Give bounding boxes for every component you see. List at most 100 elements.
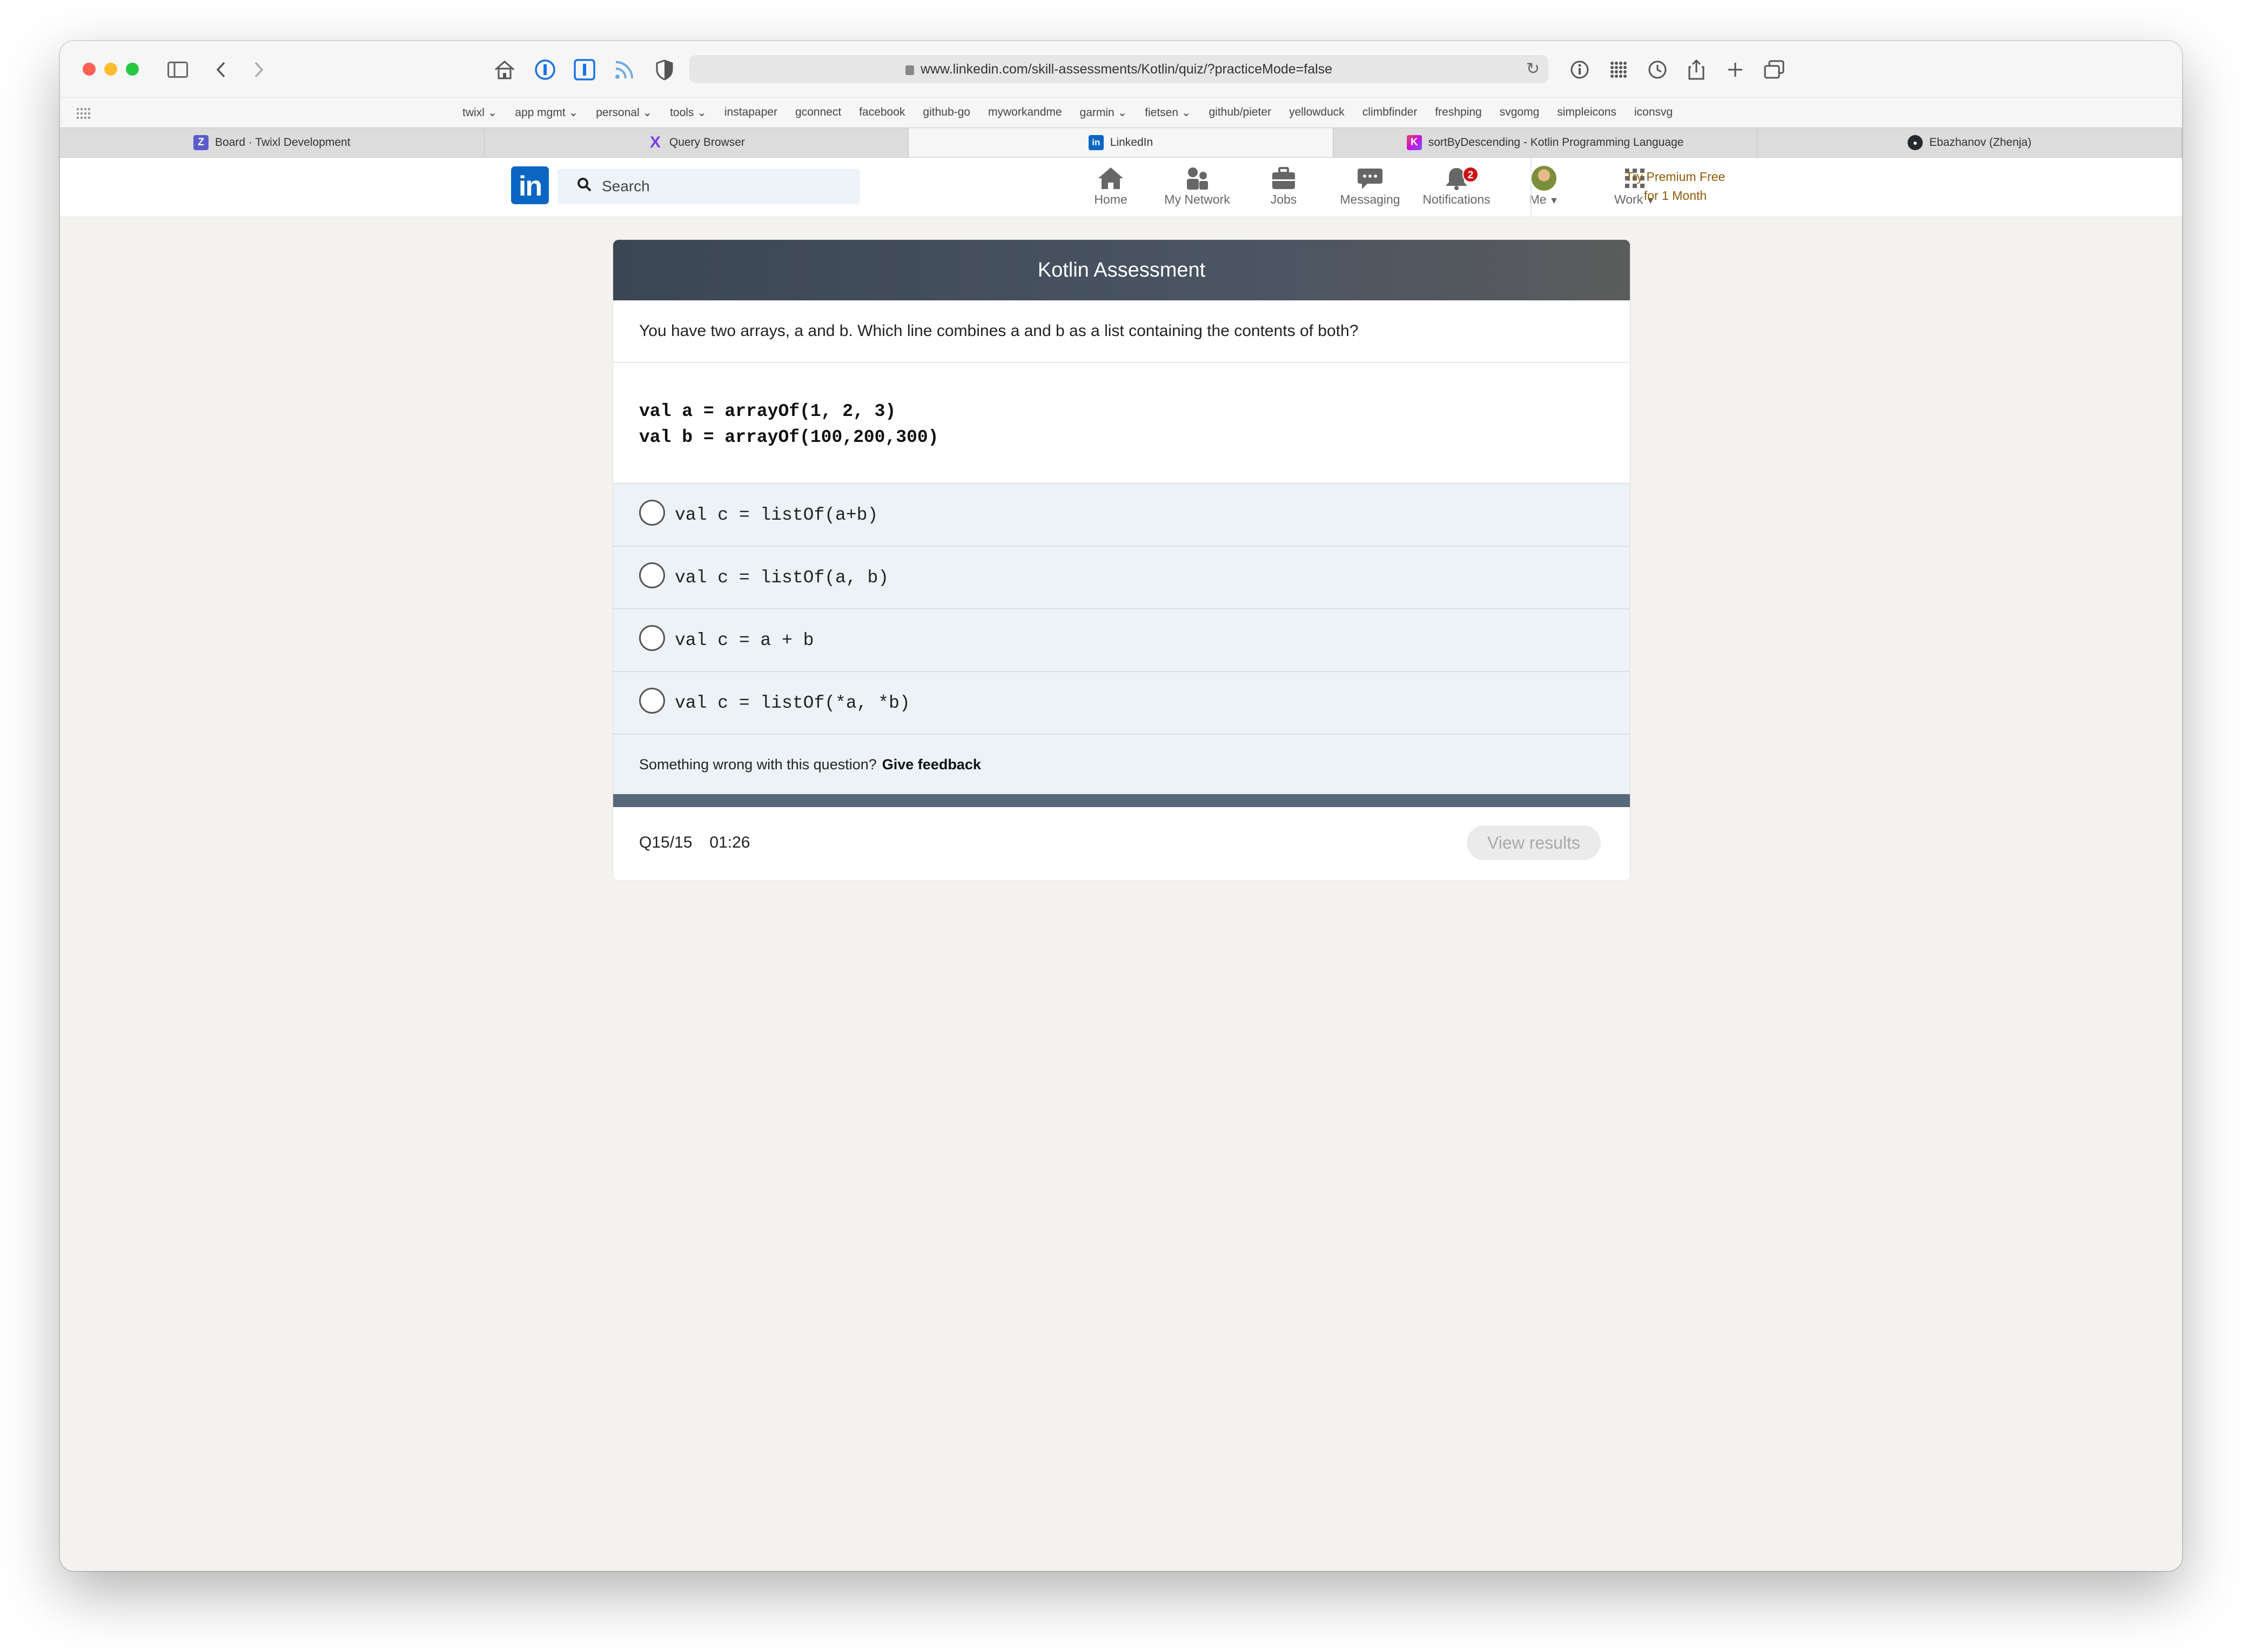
answer-option-3[interactable]: val c = a + b — [613, 609, 1630, 672]
nav-me[interactable]: Me ▼ — [1498, 164, 1590, 213]
nav-label: Notifications — [1422, 192, 1491, 206]
nav-notifications[interactable]: 2 Notifications — [1411, 164, 1502, 213]
premium-line-2: for 1 Month — [1643, 189, 1707, 203]
forward-icon[interactable] — [249, 56, 268, 83]
instapaper-icon[interactable] — [572, 56, 597, 83]
linkedin-logo[interactable]: in — [511, 166, 549, 204]
close-window-button[interactable] — [83, 63, 96, 76]
briefcase-icon — [1270, 164, 1297, 192]
radio-button[interactable] — [639, 625, 665, 651]
nav-home[interactable]: Home — [1065, 164, 1157, 213]
share-icon[interactable] — [1684, 56, 1709, 83]
chevron-down-icon: ▼ — [1546, 195, 1559, 206]
bookmark-item[interactable]: github/pieter — [1209, 106, 1271, 119]
lock-icon — [905, 65, 914, 75]
sidebar-toggle-icon[interactable] — [166, 56, 190, 83]
view-results-button[interactable]: View results — [1467, 825, 1601, 860]
bookmark-item[interactable]: simpleicons — [1557, 106, 1616, 119]
new-tab-icon[interactable] — [1723, 56, 1748, 83]
code-snippet: val a = arrayOf(1, 2, 3) val b = arrayOf(… — [613, 363, 1630, 484]
bookmark-item[interactable]: gconnect — [795, 106, 841, 119]
answer-text: val c = listOf(a, b) — [675, 567, 889, 588]
nav-messaging[interactable]: Messaging — [1324, 164, 1416, 213]
nav-label: Home — [1094, 192, 1127, 206]
bookmark-item[interactable]: github-go — [923, 106, 970, 119]
answer-option-1[interactable]: val c = listOf(a+b) — [613, 484, 1630, 547]
tab-github-profile[interactable]: ● Ebazhanov (Zhenja) — [1757, 128, 2182, 157]
linkedin-navbar: in Search Home My Network Jobs Messaging… — [60, 158, 2182, 217]
search-icon — [577, 177, 592, 196]
timer: 01:26 — [709, 834, 750, 851]
bookmark-item[interactable]: garmin ⌄ — [1080, 106, 1127, 119]
bookmark-item[interactable]: personal ⌄ — [596, 106, 652, 119]
search-placeholder: Search — [602, 178, 650, 194]
my-network-icon — [1184, 164, 1211, 192]
bookmark-item[interactable]: instapaper — [724, 106, 777, 119]
tab-twixl-board[interactable]: Z Board · Twixl Development — [60, 128, 485, 157]
linkedin-favicon-icon: in — [1088, 135, 1104, 150]
tab-bar: Z Board · Twixl Development X Query Brow… — [60, 127, 2182, 158]
twixl-favicon-icon: Z — [193, 135, 209, 150]
radio-button[interactable] — [639, 500, 665, 526]
bookmark-item[interactable]: freshping — [1435, 106, 1481, 119]
privacy-shield-icon[interactable] — [652, 56, 677, 83]
bookmark-item[interactable]: yellowduck — [1289, 106, 1345, 119]
history-icon[interactable] — [1645, 56, 1670, 83]
feedback-row: Something wrong with this question? Give… — [613, 735, 1630, 794]
premium-upsell-link[interactable]: Try Premium Free for 1 Month — [1610, 167, 1740, 205]
bookmarks-bar: twixl ⌄ app mgmt ⌄ personal ⌄ tools ⌄ in… — [60, 97, 2182, 127]
tab-kotlin-docs[interactable]: K sortByDescending - Kotlin Programming … — [1333, 128, 1758, 157]
zoom-window-button[interactable] — [126, 63, 139, 76]
bookmarks-grid-icon[interactable] — [76, 108, 92, 120]
bookmark-item[interactable]: twixl ⌄ — [462, 106, 497, 119]
tab-linkedin[interactable]: in LinkedIn — [909, 128, 1333, 157]
nav-label: My Network — [1164, 192, 1230, 206]
bookmark-item[interactable]: tools ⌄ — [670, 106, 707, 119]
radio-button[interactable] — [639, 562, 665, 588]
bookmark-item[interactable]: app mgmt ⌄ — [515, 106, 578, 119]
bookmark-item[interactable]: climbfinder — [1362, 106, 1418, 119]
minimize-window-button[interactable] — [104, 63, 117, 76]
code-line: val b = arrayOf(100,200,300) — [639, 427, 939, 447]
answer-text: val c = a + b — [675, 630, 814, 650]
assessment-footer: Q15/15 01:26 View results — [613, 807, 1630, 878]
nav-my-network[interactable]: My Network — [1151, 164, 1243, 213]
nav-jobs[interactable]: Jobs — [1238, 164, 1330, 213]
back-icon[interactable] — [211, 56, 231, 83]
radio-button[interactable] — [639, 688, 665, 714]
give-feedback-link[interactable]: Give feedback — [882, 756, 981, 773]
info-icon[interactable] — [1567, 56, 1592, 83]
tab-label: Board · Twixl Development — [215, 136, 351, 149]
nav-divider — [1531, 158, 1532, 216]
me-label-row: Me ▼ — [1529, 192, 1559, 207]
home-icon[interactable] — [492, 56, 517, 83]
bookmark-item[interactable]: fietsen ⌄ — [1145, 106, 1191, 119]
address-bar[interactable]: www.linkedin.com/skill-assessments/Kotli… — [689, 55, 1548, 83]
tab-query-browser[interactable]: X Query Browser — [485, 128, 909, 157]
search-input[interactable]: Search — [558, 169, 860, 204]
bookmark-item[interactable]: svgomg — [1500, 106, 1540, 119]
question-counter: Q15/15 — [639, 834, 693, 851]
avatar — [1532, 166, 1556, 191]
tab-label: Query Browser — [669, 136, 745, 149]
bookmark-item[interactable]: myworkandme — [988, 106, 1062, 119]
answer-option-4[interactable]: val c = listOf(*a, *b) — [613, 672, 1630, 735]
answer-option-2[interactable]: val c = listOf(a, b) — [613, 547, 1630, 609]
apps-grid-icon[interactable] — [1606, 56, 1631, 83]
bookmark-item[interactable]: iconsvg — [1634, 106, 1673, 119]
notification-badge: 2 — [1462, 166, 1479, 183]
bookmark-item[interactable]: facebook — [859, 106, 905, 119]
kotlin-favicon-icon: K — [1406, 135, 1422, 150]
assessment-title: Kotlin Assessment — [613, 240, 1630, 300]
tab-overview-icon[interactable] — [1762, 56, 1787, 83]
premium-line-1: Try Premium Free — [1625, 170, 1726, 184]
reload-icon[interactable]: ↻ — [1526, 59, 1540, 78]
password-manager-icon[interactable] — [533, 56, 558, 83]
question-text: You have two arrays, a and b. Which line… — [613, 300, 1630, 363]
nav-label: Me — [1529, 192, 1547, 206]
rss-icon[interactable] — [612, 56, 637, 83]
github-favicon-icon: ● — [1908, 135, 1923, 150]
tab-label: LinkedIn — [1110, 136, 1153, 149]
feedback-prompt: Something wrong with this question? — [639, 756, 877, 773]
query-browser-favicon-icon: X — [649, 133, 661, 151]
